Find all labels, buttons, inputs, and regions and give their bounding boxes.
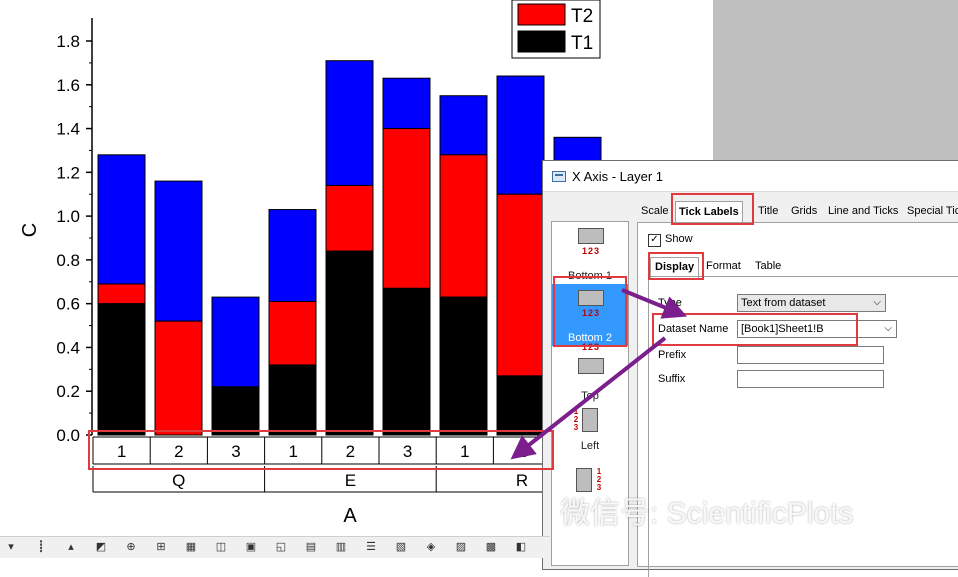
toolbar-tool-icon[interactable]: ◩ [94, 541, 108, 553]
toolbar-tool-icon[interactable]: ▩ [484, 541, 498, 553]
toolbar-tool-icon[interactable]: ⊞ [154, 541, 168, 553]
bottom-toolbar: ▾ ┋ ▴ ◩ ⊕ ⊞ ▦ ◫ ▣ ◱ ▤ ▥ ☰ ▧ ◈ ▨ ▩ ◧ [0, 536, 550, 558]
arrow-to-dataset [621, 288, 688, 319]
toolbar-tool-icon[interactable]: ▤ [304, 541, 318, 553]
toolbar-tool-icon[interactable]: ▦ [184, 541, 198, 553]
toolbar-tool-icon[interactable]: ☰ [364, 541, 378, 553]
toolbar-tool-icon[interactable]: ▥ [334, 541, 348, 553]
toolbar-tool-icon[interactable]: ▣ [244, 541, 258, 553]
toolbar-tool-icon[interactable]: ┋ [34, 541, 48, 553]
toolbar-tool-icon[interactable]: ▴ [64, 541, 78, 553]
toolbar-tool-icon[interactable]: ⊕ [124, 541, 138, 553]
arrow-to-ticklabels [510, 336, 667, 460]
toolbar-tool-icon[interactable]: ◫ [214, 541, 228, 553]
toolbar-tool-icon[interactable]: ▾ [4, 541, 18, 553]
annotation-arrows [510, 288, 688, 460]
watermark-text: 微信号: ScientificPlots [560, 497, 854, 530]
toolbar-tool-icon[interactable]: ◧ [514, 541, 528, 553]
toolbar-tool-icon[interactable]: ◱ [274, 541, 288, 553]
toolbar-tool-icon[interactable]: ◈ [424, 541, 438, 553]
toolbar-tool-icon[interactable]: ▨ [454, 541, 468, 553]
toolbar-tool-icon[interactable]: ▧ [394, 541, 408, 553]
